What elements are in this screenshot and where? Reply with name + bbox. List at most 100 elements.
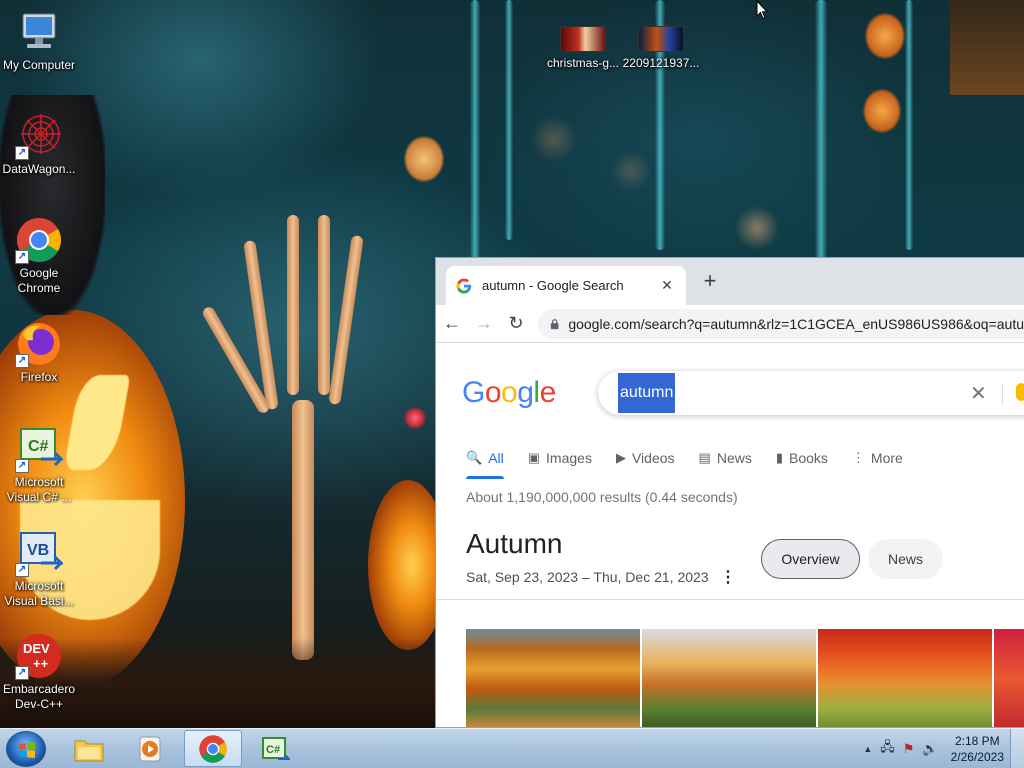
reload-icon[interactable]: ↻ — [500, 313, 532, 334]
shortcut-arrow-icon: ↗ — [15, 250, 29, 264]
image-icon: ▣ — [527, 450, 541, 465]
url-text: google.com/search?q=autumn&rlz=1C1GCEA_e… — [568, 315, 1024, 332]
tab-images[interactable]: ▣ Images — [528, 443, 592, 473]
show-hidden-icons-icon[interactable]: ▲ — [863, 744, 872, 754]
csharp-icon: C# ↗ — [15, 425, 65, 473]
desktop-icon-label: Microsoft Visual C# ... — [6, 475, 72, 504]
chip-overview[interactable]: Overview — [761, 539, 860, 579]
tab-label: Images — [546, 450, 592, 466]
desktop-icon-label: Firefox — [20, 370, 58, 384]
media-player-icon — [139, 736, 161, 761]
search-results-page: Google autumn ✕ 🔍 All ▣ Images ▶ Videos … — [436, 343, 1024, 727]
autumn-image[interactable] — [642, 629, 816, 727]
microphone-icon[interactable] — [1016, 383, 1024, 401]
windows-logo-icon — [19, 742, 35, 758]
csharp-icon: C# — [262, 736, 290, 760]
taskbar: C# ▲ 🖧 ⚑ 🔊 2:18 PM 2/26/2023 — [0, 728, 1024, 768]
tab-close-icon[interactable]: ✕ — [658, 277, 676, 294]
search-input[interactable]: autumn ✕ — [598, 371, 1024, 415]
image-thumbnail-icon — [560, 26, 606, 52]
google-logo[interactable]: Google — [462, 376, 556, 410]
autumn-image[interactable] — [466, 629, 640, 727]
desktop-icon-label: Microsoft Visual Basi... — [4, 579, 74, 608]
system-tray: ▲ 🖧 ⚑ 🔊 2:18 PM 2/26/2023 — [859, 729, 1024, 768]
address-bar[interactable]: google.com/search?q=autumn&rlz=1C1GCEA_e… — [538, 308, 1024, 339]
knowledge-panel-dates: Sat, Sep 23, 2023 – Thu, Dec 21, 2023 — [466, 569, 709, 585]
svg-text:VB: VB — [27, 542, 49, 559]
browser-tab[interactable]: autumn - Google Search ✕ — [446, 266, 686, 305]
search-tabs: 🔍 All ▣ Images ▶ Videos ▤ News ▮ Books ⋮ — [466, 443, 927, 479]
tab-books[interactable]: ▮ Books — [776, 443, 828, 473]
autumn-image[interactable] — [818, 629, 992, 727]
tab-more[interactable]: ⋮ More — [852, 443, 903, 473]
desktop-icon-label: Google Chrome — [17, 266, 61, 295]
chrome-window: autumn - Google Search ✕ + ← → ↻ google.… — [435, 257, 1024, 728]
spider-web-icon: ↗ — [15, 112, 63, 160]
chrome-icon — [199, 734, 227, 763]
desktop-icon-google-chrome[interactable]: ↗ Google Chrome — [0, 216, 78, 296]
desktop-icon-firefox[interactable]: ↗ Firefox — [0, 320, 78, 385]
section-divider — [436, 599, 1024, 600]
svg-text:C#: C# — [266, 744, 280, 756]
computer-icon — [15, 8, 63, 56]
image-thumbnail-icon — [638, 26, 684, 52]
start-button[interactable] — [6, 731, 46, 767]
results-stats: About 1,190,000,000 results (0.44 second… — [466, 489, 738, 505]
google-g-icon — [456, 277, 472, 293]
svg-text:++: ++ — [33, 656, 49, 671]
back-arrow-icon[interactable]: ← — [436, 313, 468, 334]
taskbar-visual-csharp[interactable]: C# — [246, 730, 304, 767]
desktop-file-2209121937[interactable]: 2209121937... — [622, 26, 700, 71]
more-options-icon[interactable]: ⋮ — [720, 567, 736, 587]
svg-text:DEV: DEV — [23, 641, 50, 656]
taskbar-chrome[interactable] — [184, 730, 242, 767]
volume-icon[interactable]: 🔊 — [922, 741, 938, 757]
newspaper-icon: ▤ — [698, 450, 711, 465]
desktop-icon-my-computer[interactable]: My Computer — [0, 8, 78, 73]
desktop-icon-label: My Computer — [2, 58, 76, 72]
desktop-icon-label: DataWagon... — [2, 162, 76, 176]
folder-icon — [74, 740, 104, 761]
devcpp-icon: DEV ++ ↗ — [15, 632, 63, 680]
desktop-file-christmas[interactable]: christmas-g... — [544, 26, 622, 71]
tab-all[interactable]: 🔍 All — [466, 443, 504, 479]
vb-icon: VB ↗ — [15, 529, 65, 577]
tab-news[interactable]: ▤ News — [699, 443, 752, 473]
chrome-icon: ↗ — [15, 216, 63, 264]
shortcut-arrow-icon: ↗ — [15, 459, 29, 473]
tab-label: Books — [789, 450, 828, 466]
autumn-image[interactable] — [994, 629, 1024, 727]
desktop-icon-visual-basic[interactable]: VB ↗ Microsoft Visual Basi... — [0, 529, 78, 609]
shortcut-arrow-icon: ↗ — [15, 666, 29, 680]
play-icon: ▶ — [615, 450, 626, 465]
desktop-icon-visual-csharp[interactable]: C# ↗ Microsoft Visual C# ... — [0, 425, 78, 505]
clock[interactable]: 2:18 PM 2/26/2023 — [951, 733, 1004, 765]
lock-icon — [550, 318, 559, 329]
new-tab-button[interactable]: + — [698, 270, 722, 294]
clear-search-icon[interactable]: ✕ — [970, 381, 987, 406]
tab-label: Videos — [631, 450, 675, 466]
show-desktop-button[interactable] — [1010, 729, 1024, 768]
clock-date: 2/26/2023 — [950, 750, 1004, 764]
image-strip — [466, 629, 1024, 727]
desktop-icon-dev-cpp[interactable]: DEV ++ ↗ Embarcadero Dev-C++ — [0, 632, 78, 712]
network-icon[interactable]: 🖧 — [880, 738, 895, 760]
shortcut-arrow-icon: ↗ — [15, 146, 29, 160]
shortcut-arrow-icon: ↗ — [15, 563, 29, 577]
svg-text:C#: C# — [28, 438, 49, 455]
action-center-flag-icon[interactable]: ⚑ — [903, 741, 915, 757]
tab-videos[interactable]: ▶ Videos — [616, 443, 675, 473]
desktop-icon-datawagon[interactable]: ↗ DataWagon... — [0, 112, 78, 177]
shortcut-arrow-icon: ↗ — [15, 354, 29, 368]
tab-strip: autumn - Google Search ✕ + — [436, 258, 1024, 305]
chip-news[interactable]: News — [868, 539, 943, 579]
taskbar-media-player[interactable] — [121, 730, 179, 767]
knowledge-panel-title: Autumn — [466, 528, 563, 559]
search-divider — [1002, 383, 1003, 405]
tab-label: More — [870, 450, 903, 466]
forward-arrow-icon[interactable]: → — [468, 313, 500, 334]
book-icon: ▮ — [775, 450, 783, 465]
search-query-text[interactable]: autumn — [618, 373, 676, 413]
taskbar-explorer[interactable] — [60, 730, 118, 767]
desktop-file-label: 2209121937... — [622, 56, 700, 70]
